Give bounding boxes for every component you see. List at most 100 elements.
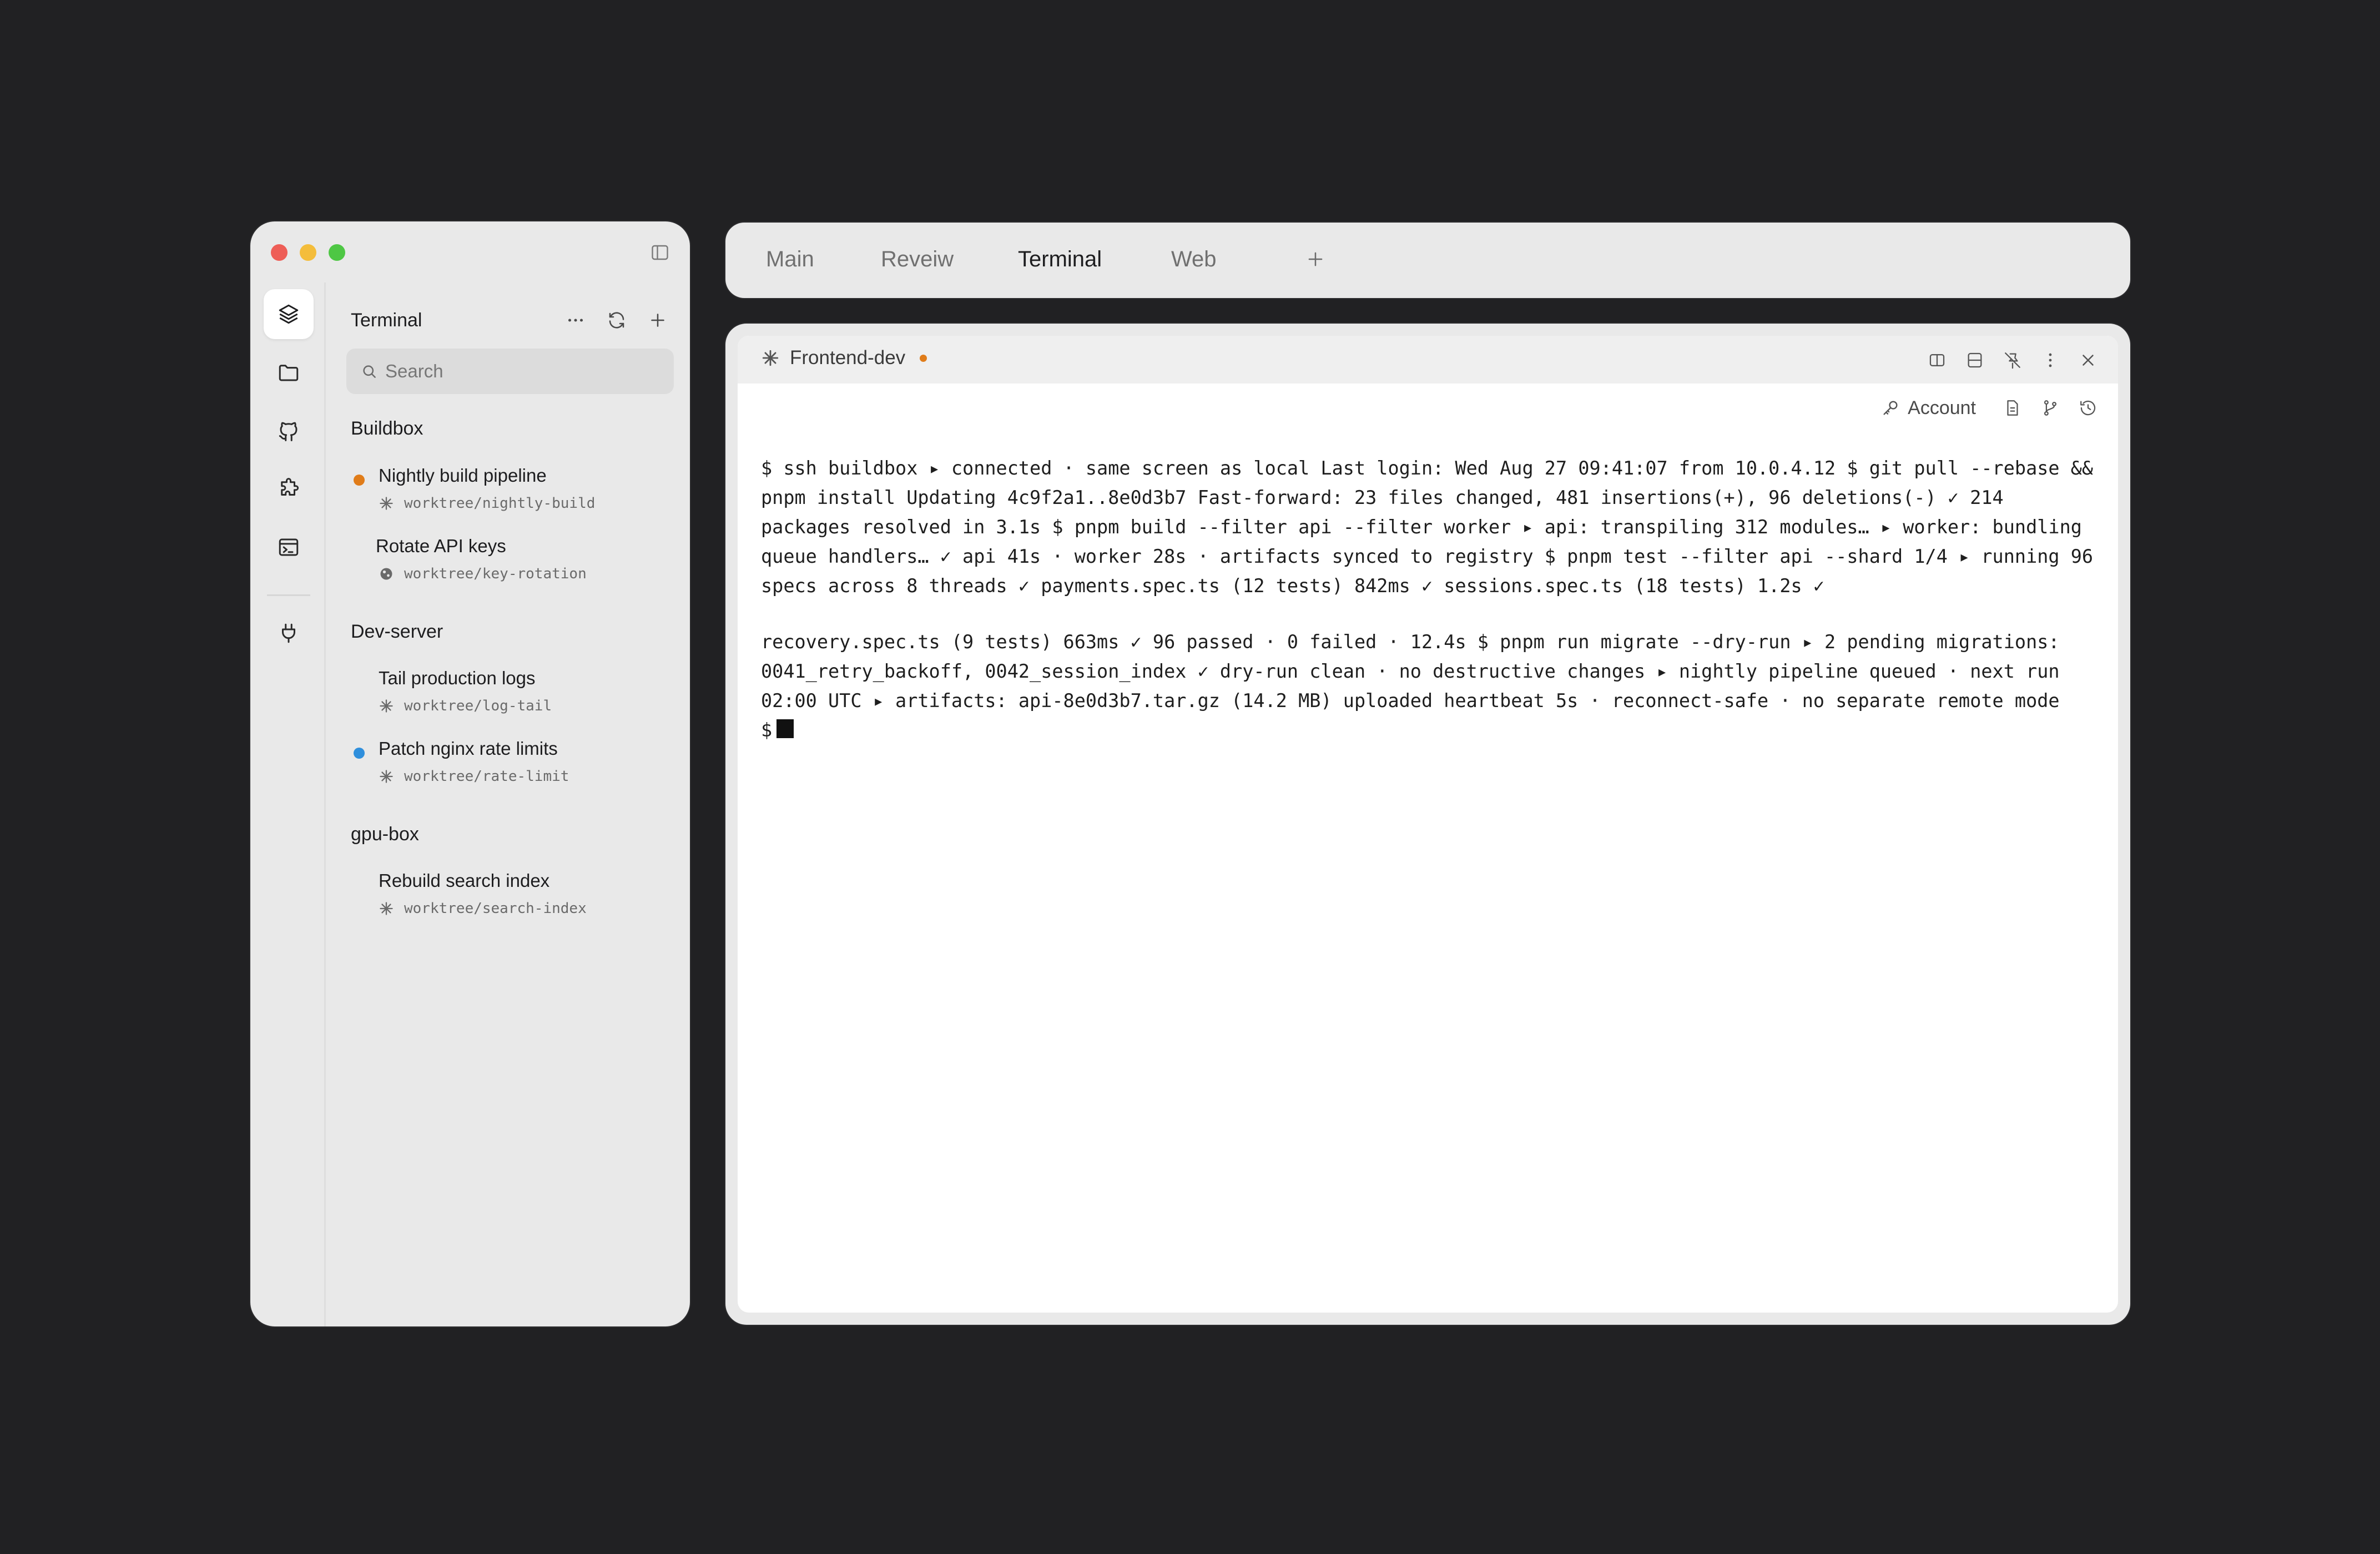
- split-vertical-button[interactable]: [1922, 345, 1953, 376]
- session-branch: worktree/key-rotation: [379, 566, 587, 582]
- sessions-panel: Terminal Buildbox Nightly build pipeline…: [326, 282, 690, 1326]
- unsaved-indicator-dot: [920, 354, 927, 362]
- branch-label: worktree/key-rotation: [404, 566, 587, 582]
- plus-icon: [1308, 252, 1323, 266]
- session-branch: worktree/rate-limit: [379, 768, 569, 785]
- pane-menu-button[interactable]: [2035, 345, 2066, 376]
- session-item[interactable]: Nightly build pipeline worktree/nightly-…: [351, 462, 673, 523]
- tab-web[interactable]: Web: [1171, 247, 1217, 272]
- terminal-header: Frontend-dev: [738, 336, 2118, 384]
- terminal-output-block: recovery.spec.ts (9 tests) 663ms ✓ 96 pa…: [761, 631, 2060, 712]
- plug-icon: [282, 623, 295, 643]
- terminal-pane: Frontend-dev Account $ ssh buildbox ▸ co…: [738, 336, 2118, 1313]
- session-name: Frontend-dev: [761, 347, 927, 369]
- rail-files-button[interactable]: [264, 347, 314, 397]
- pane-controls: [1922, 345, 2104, 376]
- tab-bar: Main Reveiw Terminal Web: [725, 223, 2130, 298]
- session-item[interactable]: Patch nginx rate limits worktree/rate-li…: [351, 735, 673, 796]
- tab-terminal[interactable]: Terminal: [1018, 247, 1102, 272]
- session-branch: worktree/search-index: [379, 900, 587, 917]
- sparkle-icon: [762, 350, 779, 366]
- group-label-dev-server: Dev-server: [351, 621, 443, 642]
- github-icon: [279, 422, 298, 441]
- refresh-button[interactable]: [601, 305, 632, 336]
- terminal-cursor: [776, 719, 794, 738]
- terminal-output-block: $ ssh buildbox ▸ connected · same screen…: [761, 457, 2094, 597]
- pin-off-icon: [2005, 352, 2020, 369]
- rail-connections-button[interactable]: [264, 608, 314, 658]
- add-tab-button[interactable]: [1299, 243, 1332, 276]
- activity-rail: [250, 282, 326, 1326]
- branch-label: worktree/search-index: [404, 900, 587, 917]
- group-label-gpu-box: gpu-box: [351, 824, 419, 845]
- terminal-window-icon: [279, 538, 299, 556]
- window-controls: [271, 244, 345, 261]
- session-title: Rebuild search index: [379, 870, 550, 891]
- session-item[interactable]: Rotate API keys worktree/key-rotation: [351, 532, 673, 593]
- panel-header: Terminal: [351, 304, 673, 337]
- session-branch: worktree/nightly-build: [379, 495, 595, 512]
- rail-git-button[interactable]: [264, 406, 314, 456]
- sparkle-icon: [380, 770, 393, 783]
- close-window-button[interactable]: [271, 244, 288, 261]
- session-title: Rotate API keys: [376, 536, 506, 556]
- group-label-buildbox: Buildbox: [351, 418, 423, 439]
- account-button[interactable]: Account: [1881, 397, 1976, 419]
- key-icon: [1883, 401, 1898, 415]
- sidebar-window: Terminal Buildbox Nightly build pipeline…: [250, 221, 690, 1326]
- refresh-icon: [609, 312, 624, 329]
- split-vertical-icon: [1929, 354, 1945, 367]
- folder-icon: [279, 365, 299, 381]
- session-title: Patch nginx rate limits: [379, 738, 558, 759]
- branch-button[interactable]: [2035, 392, 2066, 423]
- split-horizontal-icon: [1968, 352, 1982, 368]
- ellipsis-icon: [568, 319, 583, 322]
- session-title: Tail production logs: [379, 668, 536, 688]
- layers-icon: [279, 304, 299, 324]
- search-icon: [363, 365, 376, 378]
- more-options-button[interactable]: [560, 305, 591, 336]
- history-button[interactable]: [2073, 392, 2104, 423]
- prompt-symbol: $: [761, 719, 773, 741]
- unpin-button[interactable]: [1997, 345, 2028, 376]
- session-item[interactable]: Tail production logs worktree/log-tail: [351, 664, 673, 725]
- puzzle-icon: [281, 478, 299, 496]
- search-box: [346, 349, 674, 394]
- rail-divider: [267, 594, 310, 596]
- new-session-button[interactable]: [642, 305, 673, 336]
- close-pane-button[interactable]: [2073, 345, 2104, 376]
- tab-review[interactable]: Reveiw: [881, 247, 954, 272]
- plus-icon: [651, 314, 664, 327]
- history-icon: [2080, 400, 2096, 416]
- session-branch: worktree/log-tail: [379, 698, 552, 714]
- terminal-prompt-line[interactable]: $: [761, 715, 2096, 745]
- file-icon: [2007, 400, 2018, 416]
- sparkle-icon: [380, 699, 393, 713]
- terminal-toolbar: Account: [1881, 392, 2104, 423]
- branch-label: worktree/log-tail: [404, 698, 552, 714]
- minimize-window-button[interactable]: [300, 244, 316, 261]
- session-title: Nightly build pipeline: [379, 465, 547, 486]
- tab-main[interactable]: Main: [766, 247, 814, 272]
- close-icon: [2082, 355, 2094, 366]
- branch-label: worktree/rate-limit: [404, 768, 569, 785]
- git-branch-icon: [2044, 400, 2057, 416]
- sparkle-icon: [380, 497, 393, 510]
- session-name-label: Frontend-dev: [790, 347, 906, 369]
- status-dot-orange: [354, 475, 365, 486]
- account-label: Account: [1908, 397, 1976, 418]
- rail-terminal-button[interactable]: [264, 522, 314, 572]
- terminal-window: Frontend-dev Account $ ssh buildbox ▸ co…: [725, 324, 2130, 1325]
- status-dot-blue: [354, 748, 365, 759]
- search-input[interactable]: [385, 361, 652, 382]
- copy-file-button[interactable]: [1997, 392, 2028, 423]
- zoom-window-button[interactable]: [329, 244, 345, 261]
- split-horizontal-button[interactable]: [1959, 345, 1990, 376]
- rail-extensions-button[interactable]: [264, 464, 314, 514]
- globe-icon: [380, 568, 392, 580]
- terminal-output[interactable]: $ ssh buildbox ▸ connected · same screen…: [761, 453, 2096, 745]
- panel-title: Terminal: [351, 309, 422, 331]
- session-item[interactable]: Rebuild search index worktree/search-ind…: [351, 867, 673, 928]
- rail-workspaces-button[interactable]: [264, 289, 314, 339]
- sidebar-toggle-icon[interactable]: [650, 243, 670, 263]
